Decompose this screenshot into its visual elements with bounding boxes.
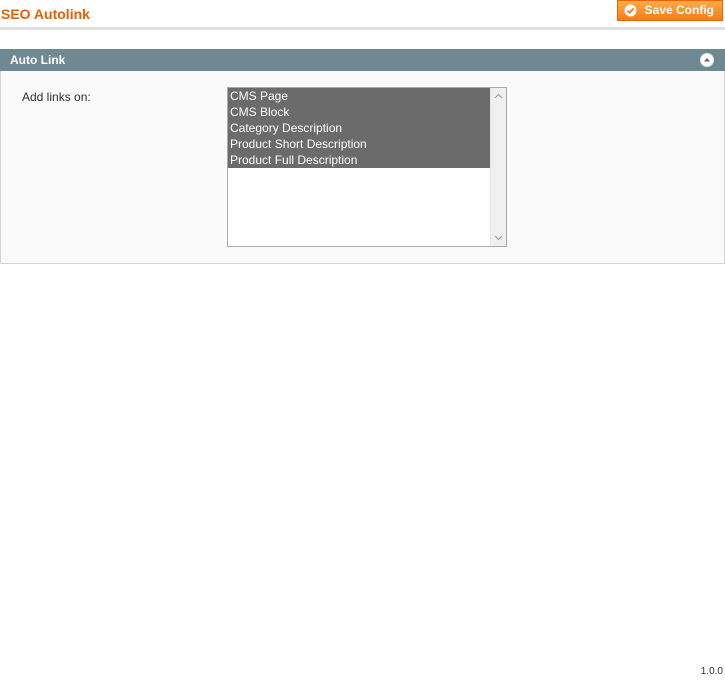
page-title: SEO Autolink [1, 6, 90, 22]
check-circle-icon [624, 4, 637, 17]
section-title: Auto Link [10, 53, 66, 67]
section-body: Add links on: CMS Page CMS Block Categor… [0, 71, 725, 264]
option-cms-page[interactable]: CMS Page [228, 88, 490, 104]
save-config-button[interactable]: Save Config [616, 0, 723, 21]
header-divider [0, 27, 725, 30]
add-links-on-multiselect[interactable]: CMS Page CMS Block Category Description … [227, 87, 507, 247]
option-category-description[interactable]: Category Description [228, 120, 490, 136]
auto-link-section-header[interactable]: Auto Link [0, 49, 725, 71]
scroll-up-icon[interactable] [494, 92, 503, 101]
chevron-up-circle-icon[interactable] [700, 53, 714, 67]
scroll-down-icon[interactable] [494, 233, 503, 242]
save-config-label: Save Config [644, 3, 714, 17]
option-product-full-description[interactable]: Product Full Description [228, 152, 490, 168]
page-header: SEO Autolink Save Config [0, 0, 725, 27]
options-list: CMS Page CMS Block Category Description … [228, 88, 490, 168]
auto-link-section: Auto Link Add links on: CMS Page CMS Blo… [0, 49, 725, 264]
option-cms-block[interactable]: CMS Block [228, 104, 490, 120]
add-links-on-label: Add links on: [22, 90, 91, 104]
multiselect-scrollbar[interactable] [490, 88, 506, 246]
version-label: 1.0.0 [700, 666, 723, 677]
option-product-short-description[interactable]: Product Short Description [228, 136, 490, 152]
